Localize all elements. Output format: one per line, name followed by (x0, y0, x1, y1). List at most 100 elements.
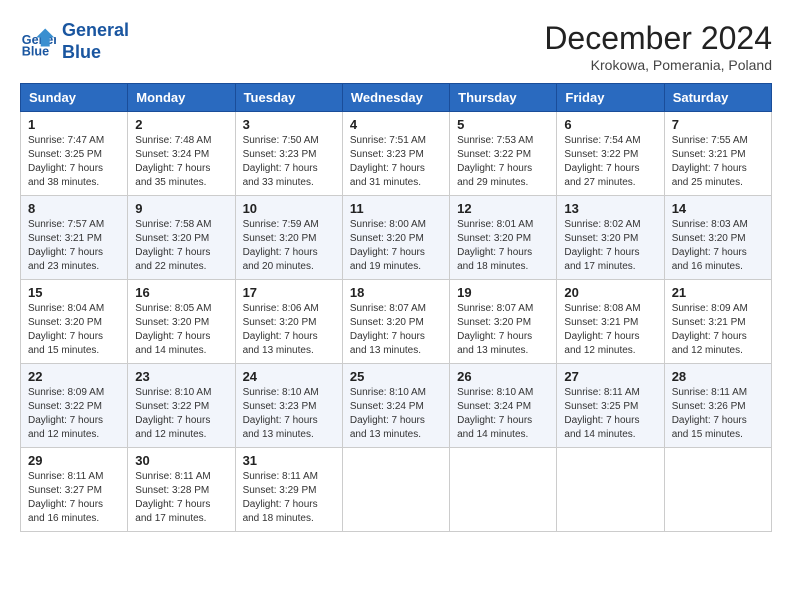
day-info: Sunrise: 8:08 AM Sunset: 3:21 PM Dayligh… (564, 302, 656, 358)
day-number: 24 (243, 369, 335, 384)
calendar-cell: 28 Sunrise: 8:11 AM Sunset: 3:26 PM Dayli… (664, 364, 771, 448)
day-number: 7 (672, 117, 764, 132)
calendar-cell: 5 Sunrise: 7:53 AM Sunset: 3:22 PM Daylig… (450, 112, 557, 196)
calendar-cell: 6 Sunrise: 7:54 AM Sunset: 3:22 PM Daylig… (557, 112, 664, 196)
day-number: 27 (564, 369, 656, 384)
day-number: 29 (28, 453, 120, 468)
calendar-cell: 22 Sunrise: 8:09 AM Sunset: 3:22 PM Dayli… (21, 364, 128, 448)
calendar-cell (450, 448, 557, 532)
calendar-cell: 11 Sunrise: 8:00 AM Sunset: 3:20 PM Dayli… (342, 196, 449, 280)
day-info: Sunrise: 8:02 AM Sunset: 3:20 PM Dayligh… (564, 218, 656, 274)
logo-text: General Blue (62, 20, 129, 63)
day-info: Sunrise: 8:05 AM Sunset: 3:20 PM Dayligh… (135, 302, 227, 358)
calendar-cell: 9Sunrise: 7:58 AM Sunset: 3:20 PM Daylig… (128, 196, 235, 280)
day-number: 20 (564, 285, 656, 300)
title-block: December 2024 Krokowa, Pomerania, Poland (544, 20, 772, 73)
week-row-2: 15Sunrise: 8:04 AM Sunset: 3:20 PM Dayli… (21, 280, 772, 364)
day-info: Sunrise: 7:50 AM Sunset: 3:23 PM Dayligh… (243, 134, 335, 190)
day-info: Sunrise: 8:11 AM Sunset: 3:25 PM Dayligh… (564, 386, 656, 442)
location: Krokowa, Pomerania, Poland (544, 57, 772, 73)
day-number: 16 (135, 285, 227, 300)
calendar-cell: 15Sunrise: 8:04 AM Sunset: 3:20 PM Dayli… (21, 280, 128, 364)
weekday-header-wednesday: Wednesday (342, 84, 449, 112)
day-info: Sunrise: 8:06 AM Sunset: 3:20 PM Dayligh… (243, 302, 335, 358)
day-number: 11 (350, 201, 442, 216)
day-number: 31 (243, 453, 335, 468)
calendar-cell: 25 Sunrise: 8:10 AM Sunset: 3:24 PM Dayli… (342, 364, 449, 448)
calendar-cell: 26 Sunrise: 8:10 AM Sunset: 3:24 PM Dayli… (450, 364, 557, 448)
weekday-header-thursday: Thursday (450, 84, 557, 112)
calendar-cell: 21 Sunrise: 8:09 AM Sunset: 3:21 PM Dayli… (664, 280, 771, 364)
day-number: 6 (564, 117, 656, 132)
day-number: 18 (350, 285, 442, 300)
calendar-cell: 19 Sunrise: 8:07 AM Sunset: 3:20 PM Dayli… (450, 280, 557, 364)
calendar-cell: 30Sunrise: 8:11 AM Sunset: 3:28 PM Dayli… (128, 448, 235, 532)
day-info: Sunrise: 8:09 AM Sunset: 3:21 PM Dayligh… (672, 302, 764, 358)
day-number: 10 (243, 201, 335, 216)
weekday-header-sunday: Sunday (21, 84, 128, 112)
day-number: 26 (457, 369, 549, 384)
day-info: Sunrise: 8:10 AM Sunset: 3:23 PM Dayligh… (243, 386, 335, 442)
day-number: 22 (28, 369, 120, 384)
calendar-cell: 8 Sunrise: 7:57 AM Sunset: 3:21 PM Daylig… (21, 196, 128, 280)
calendar-cell: 31 Sunrise: 8:11 AM Sunset: 3:29 PM Dayli… (235, 448, 342, 532)
month-title: December 2024 (544, 20, 772, 57)
day-info: Sunrise: 7:55 AM Sunset: 3:21 PM Dayligh… (672, 134, 764, 190)
day-number: 15 (28, 285, 120, 300)
day-info: Sunrise: 8:03 AM Sunset: 3:20 PM Dayligh… (672, 218, 764, 274)
calendar-cell: 16 Sunrise: 8:05 AM Sunset: 3:20 PM Dayli… (128, 280, 235, 364)
day-number: 4 (350, 117, 442, 132)
logo: General Blue General Blue (20, 20, 129, 63)
weekday-header-row: SundayMondayTuesdayWednesdayThursdayFrid… (21, 84, 772, 112)
calendar-cell: 17 Sunrise: 8:06 AM Sunset: 3:20 PM Dayli… (235, 280, 342, 364)
calendar-table: SundayMondayTuesdayWednesdayThursdayFrid… (20, 83, 772, 532)
day-number: 1 (28, 117, 120, 132)
day-number: 14 (672, 201, 764, 216)
day-info: Sunrise: 8:11 AM Sunset: 3:28 PM Dayligh… (135, 470, 227, 526)
day-info: Sunrise: 8:09 AM Sunset: 3:22 PM Dayligh… (28, 386, 120, 442)
day-number: 23 (135, 369, 227, 384)
day-info: Sunrise: 7:57 AM Sunset: 3:21 PM Dayligh… (28, 218, 120, 274)
day-info: Sunrise: 8:11 AM Sunset: 3:29 PM Dayligh… (243, 470, 335, 526)
calendar-cell: 10Sunrise: 7:59 AM Sunset: 3:20 PM Dayli… (235, 196, 342, 280)
day-info: Sunrise: 8:10 AM Sunset: 3:24 PM Dayligh… (350, 386, 442, 442)
day-number: 17 (243, 285, 335, 300)
day-number: 28 (672, 369, 764, 384)
calendar-cell: 12 Sunrise: 8:01 AM Sunset: 3:20 PM Dayli… (450, 196, 557, 280)
calendar-cell: 1Sunrise: 7:47 AM Sunset: 3:25 PM Daylig… (21, 112, 128, 196)
day-info: Sunrise: 8:01 AM Sunset: 3:20 PM Dayligh… (457, 218, 549, 274)
calendar-cell: 18Sunrise: 8:07 AM Sunset: 3:20 PM Dayli… (342, 280, 449, 364)
day-number: 5 (457, 117, 549, 132)
calendar-cell: 14 Sunrise: 8:03 AM Sunset: 3:20 PM Dayli… (664, 196, 771, 280)
calendar-cell (342, 448, 449, 532)
day-info: Sunrise: 8:00 AM Sunset: 3:20 PM Dayligh… (350, 218, 442, 274)
calendar-cell: 3 Sunrise: 7:50 AM Sunset: 3:23 PM Daylig… (235, 112, 342, 196)
day-number: 12 (457, 201, 549, 216)
day-number: 21 (672, 285, 764, 300)
calendar-cell: 7 Sunrise: 7:55 AM Sunset: 3:21 PM Daylig… (664, 112, 771, 196)
day-number: 25 (350, 369, 442, 384)
day-info: Sunrise: 8:11 AM Sunset: 3:27 PM Dayligh… (28, 470, 120, 526)
week-row-0: 1Sunrise: 7:47 AM Sunset: 3:25 PM Daylig… (21, 112, 772, 196)
calendar-cell: 4Sunrise: 7:51 AM Sunset: 3:23 PM Daylig… (342, 112, 449, 196)
weekday-header-friday: Friday (557, 84, 664, 112)
weekday-header-monday: Monday (128, 84, 235, 112)
day-number: 3 (243, 117, 335, 132)
week-row-1: 8 Sunrise: 7:57 AM Sunset: 3:21 PM Daylig… (21, 196, 772, 280)
logo-line2: Blue (62, 42, 101, 62)
day-number: 8 (28, 201, 120, 216)
calendar-cell: 27 Sunrise: 8:11 AM Sunset: 3:25 PM Dayli… (557, 364, 664, 448)
day-info: Sunrise: 7:54 AM Sunset: 3:22 PM Dayligh… (564, 134, 656, 190)
logo-icon: General Blue (20, 24, 56, 60)
calendar-cell (557, 448, 664, 532)
day-info: Sunrise: 8:07 AM Sunset: 3:20 PM Dayligh… (457, 302, 549, 358)
calendar-cell: 20 Sunrise: 8:08 AM Sunset: 3:21 PM Dayli… (557, 280, 664, 364)
day-info: Sunrise: 8:10 AM Sunset: 3:24 PM Dayligh… (457, 386, 549, 442)
weekday-header-tuesday: Tuesday (235, 84, 342, 112)
day-info: Sunrise: 7:53 AM Sunset: 3:22 PM Dayligh… (457, 134, 549, 190)
day-info: Sunrise: 8:10 AM Sunset: 3:22 PM Dayligh… (135, 386, 227, 442)
day-number: 19 (457, 285, 549, 300)
day-info: Sunrise: 7:58 AM Sunset: 3:20 PM Dayligh… (135, 218, 227, 274)
day-info: Sunrise: 8:11 AM Sunset: 3:26 PM Dayligh… (672, 386, 764, 442)
day-number: 13 (564, 201, 656, 216)
